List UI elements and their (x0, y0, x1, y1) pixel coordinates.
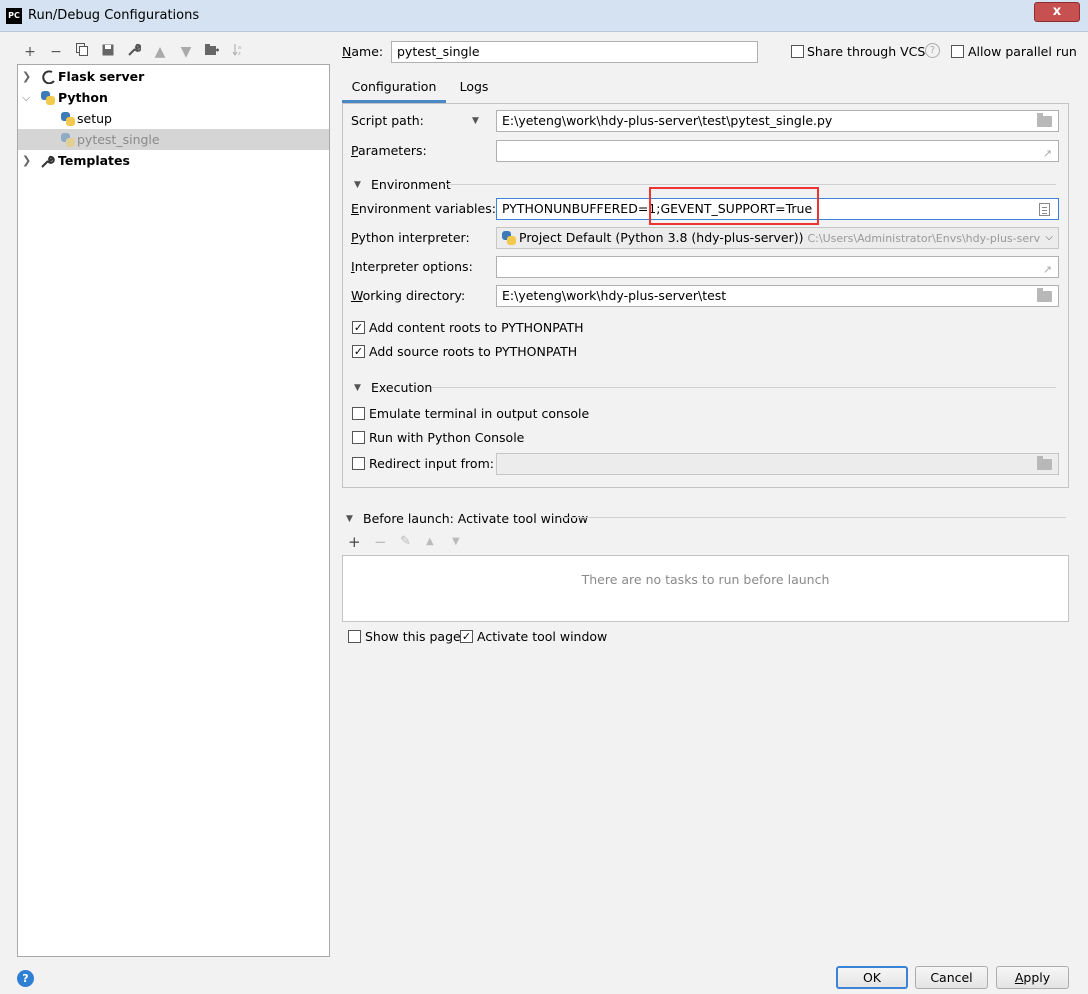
minus-icon[interactable]: − (374, 533, 387, 551)
add-source-roots-label: Add source roots to PYTHONPATH (369, 344, 578, 359)
tree-item-label: Python (58, 90, 108, 105)
allow-parallel-checkbox[interactable] (951, 45, 964, 58)
plus-icon[interactable]: + (21, 43, 39, 61)
before-launch-title: Before launch: Activate tool window (363, 511, 589, 526)
add-source-roots-checkbox[interactable]: ✓ (352, 345, 365, 358)
add-content-roots-checkbox[interactable]: ✓ (352, 321, 365, 334)
python-icon (61, 112, 75, 126)
script-path-input[interactable]: E:\yeteng\work\hdy-plus-server\test\pyte… (496, 110, 1059, 132)
script-path-label: Script path: (351, 113, 424, 128)
allow-parallel-label: Allow parallel run (968, 44, 1077, 59)
tree-item-python[interactable]: ⌵ Python (18, 87, 329, 108)
configuration-tree[interactable]: ❯ Flask server ⌵ Python setup pytest_sin… (17, 64, 330, 957)
show-page-label: Show this page (365, 629, 461, 644)
highlight-box (649, 187, 819, 225)
folder-icon[interactable] (1037, 456, 1052, 470)
section-divider (432, 387, 1056, 388)
activate-tool-window-label: Activate tool window (477, 629, 608, 644)
apply-button[interactable]: Apply (996, 966, 1069, 989)
ok-button[interactable]: OK (836, 966, 908, 989)
chevron-right-icon[interactable]: ❯ (22, 150, 31, 171)
tree-item-pytest-single[interactable]: pytest_single (18, 129, 329, 150)
interpreter-select[interactable]: Project Default (Python 3.8 (hdy-plus-se… (496, 227, 1059, 249)
tree-item-flask-server[interactable]: ❯ Flask server (18, 66, 329, 87)
new-folder-icon[interactable] (203, 43, 221, 61)
copy-icon[interactable] (73, 43, 91, 61)
save-icon[interactable] (99, 43, 117, 61)
show-page-checkbox[interactable] (348, 630, 361, 643)
document-icon[interactable] (1039, 203, 1050, 216)
run-with-console-checkbox[interactable] (352, 431, 365, 444)
parameters-label: Parameters: (351, 143, 427, 158)
chevron-right-icon[interactable]: ❯ (22, 66, 31, 87)
close-button[interactable]: x (1034, 2, 1080, 22)
python-icon (61, 133, 75, 147)
run-with-console-label: Run with Python Console (369, 430, 525, 445)
tree-item-setup[interactable]: setup (18, 108, 329, 129)
emulate-terminal-label: Emulate terminal in output console (369, 406, 590, 421)
plus-icon[interactable]: + (348, 533, 361, 551)
tree-item-label: Templates (58, 153, 130, 168)
collapse-environment-icon[interactable]: ▼ (354, 180, 361, 190)
before-launch-task-list[interactable]: There are no tasks to run before launch (342, 555, 1069, 622)
arrow-up-icon[interactable]: ▲ (151, 43, 169, 61)
help-icon[interactable]: ? (17, 970, 34, 987)
redirect-input-label: Redirect input from: (369, 456, 494, 471)
svg-text:z: z (238, 51, 241, 56)
sort-icon[interactable]: az (229, 43, 247, 61)
caret-down-icon[interactable]: ▼ (472, 116, 479, 126)
parameters-input[interactable]: ↗ (496, 140, 1059, 162)
chevron-down-icon[interactable]: ⌵ (22, 87, 30, 108)
emulate-terminal-checkbox[interactable] (352, 407, 365, 420)
tab-logs[interactable]: Logs (450, 76, 498, 103)
tree-item-label: pytest_single (77, 132, 160, 147)
interpreter-label: Python interpreter: (351, 230, 470, 245)
expand-icon[interactable]: ↗ (1043, 144, 1052, 161)
collapse-execution-icon[interactable]: ▼ (354, 383, 361, 393)
wrench-icon (41, 150, 55, 174)
env-vars-label: Environment variables: (351, 201, 496, 216)
interp-options-label: Interpreter options: (351, 259, 473, 274)
empty-tasks-text: There are no tasks to run before launch (581, 572, 830, 587)
python-icon (502, 231, 516, 245)
share-vcs-checkbox[interactable] (791, 45, 804, 58)
section-divider (446, 184, 1056, 185)
title-bar: PC Run/Debug Configurations x (0, 0, 1088, 32)
cancel-button[interactable]: Cancel (915, 966, 988, 989)
working-dir-label: Working directory: (351, 288, 466, 303)
tree-item-label: setup (77, 111, 112, 126)
execution-section-title: Execution (371, 380, 433, 395)
window-title: Run/Debug Configurations (28, 8, 200, 23)
tree-item-templates[interactable]: ❯ Templates (18, 150, 329, 171)
edit-icon[interactable]: ✎ (400, 534, 411, 549)
arrow-down-icon[interactable]: ▼ (452, 536, 460, 547)
redirect-input-field (496, 453, 1059, 475)
activate-tool-window-checkbox[interactable]: ✓ (460, 630, 473, 643)
tree-item-label: Flask server (58, 69, 145, 84)
name-input[interactable]: pytest_single (391, 41, 758, 63)
tab-configuration[interactable]: Configuration (342, 76, 446, 103)
name-label: Name: (342, 44, 384, 59)
folder-icon[interactable] (1037, 113, 1052, 127)
chevron-down-icon[interactable]: ⌵ (1040, 228, 1058, 248)
add-content-roots-label: Add content roots to PYTHONPATH (369, 320, 584, 335)
share-vcs-label: Share through VCS (807, 44, 926, 59)
python-icon (41, 91, 55, 105)
interp-options-input[interactable]: ↗ (496, 256, 1059, 278)
folder-icon[interactable] (1037, 288, 1052, 302)
environment-section-title: Environment (371, 177, 451, 192)
working-dir-input[interactable]: E:\yeteng\work\hdy-plus-server\test (496, 285, 1059, 307)
redirect-input-checkbox[interactable] (352, 457, 365, 470)
arrow-down-icon[interactable]: ▼ (177, 43, 195, 61)
pycharm-app-icon: PC (6, 8, 22, 24)
section-divider (560, 517, 1066, 518)
minus-icon[interactable]: − (47, 43, 65, 61)
wrench-icon[interactable] (125, 43, 143, 61)
help-circle-icon[interactable]: ? (925, 43, 940, 58)
expand-icon[interactable]: ↗ (1043, 260, 1052, 277)
collapse-before-launch-icon[interactable]: ▼ (346, 514, 353, 524)
arrow-up-icon[interactable]: ▲ (426, 536, 434, 547)
